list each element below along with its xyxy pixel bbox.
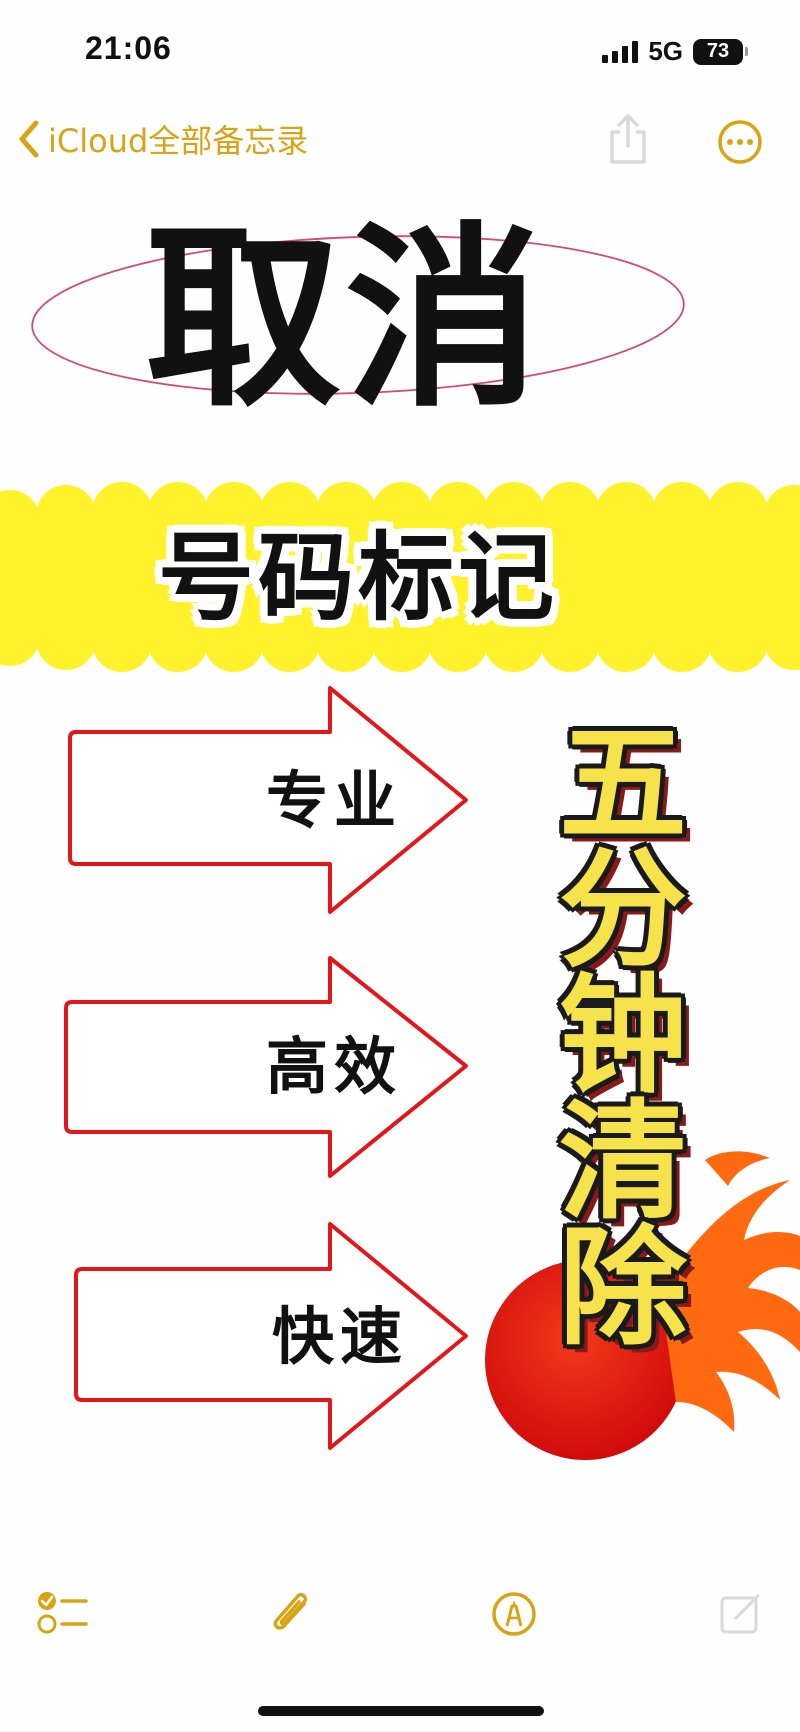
headline-char: 除	[558, 1214, 687, 1363]
home-indicator	[258, 1706, 544, 1716]
compose-icon	[720, 1594, 760, 1634]
markup-pen-icon	[492, 1592, 536, 1636]
paperclip-icon	[273, 1592, 308, 1630]
compose-button[interactable]	[718, 1590, 764, 1640]
arrow-label-3: 快速	[272, 1300, 409, 1373]
banner-text: 号码标记	[158, 522, 558, 634]
vertical-headline: 五 分 钟 清 除	[548, 710, 698, 1363]
notes-app-screen: 21:06 5G 73 iCloud全部备忘录 取消 号码标记 专业 高效 快速…	[0, 0, 800, 1732]
headline-char: 分	[558, 836, 687, 985]
arrow-label-1: 专业	[266, 764, 403, 837]
checklist-icon	[37, 1592, 88, 1634]
markup-button[interactable]	[490, 1590, 538, 1642]
checklist-button[interactable]	[36, 1588, 88, 1640]
headline-char: 五	[558, 710, 687, 859]
headline-char: 清	[558, 1088, 687, 1237]
attachment-button[interactable]	[268, 1586, 314, 1644]
headline-char: 钟	[558, 962, 687, 1111]
arrow-label-2: 高效	[266, 1030, 403, 1103]
note-title: 取消	[145, 206, 546, 434]
